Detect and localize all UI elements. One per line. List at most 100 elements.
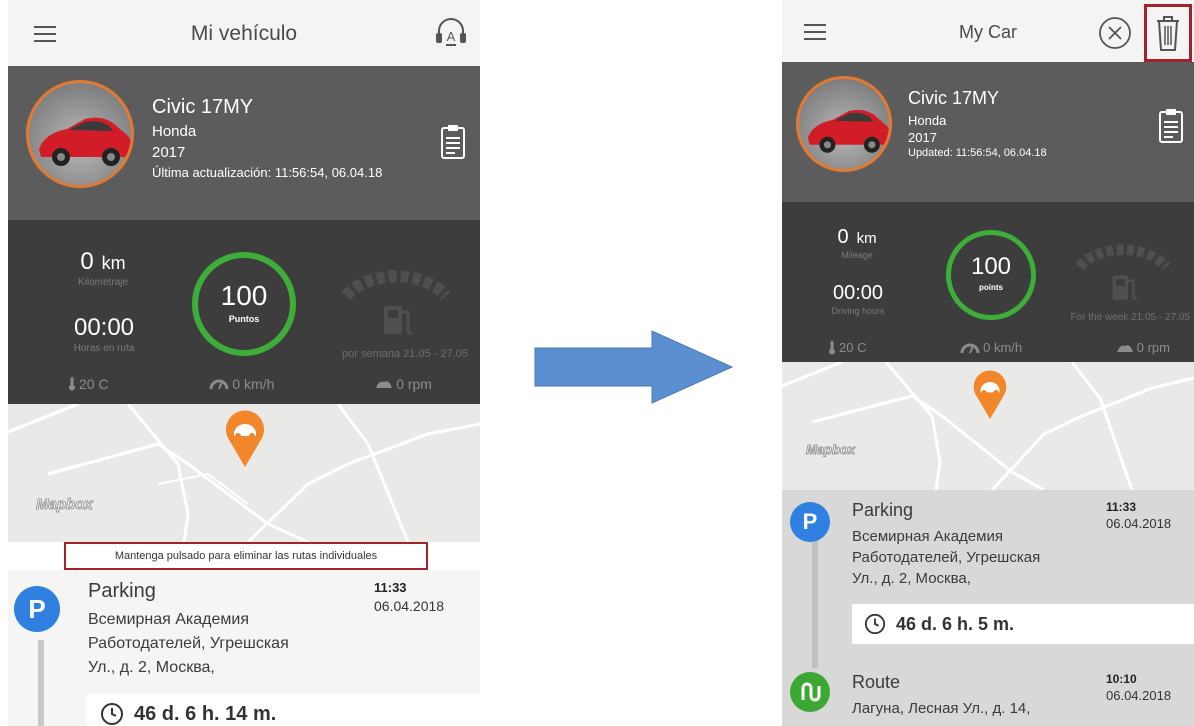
rpm-value: 0 rpm [396,376,432,392]
transition-arrow [534,330,734,404]
route-icon [790,672,830,712]
car-photo [807,109,889,153]
temperature-value: 20 C [79,376,109,392]
points-value: 100 [970,253,1012,280]
points-ring: 100 points [946,230,1036,320]
temperature-metric: 20 C [828,340,866,355]
points-ring: 100 Puntos [192,252,296,356]
timeline-line [38,640,44,726]
car-avatar [26,80,134,188]
clipboard-icon[interactable] [1158,108,1184,144]
speed-metric: 0 km/h [209,376,274,392]
headset-icon[interactable]: A [432,14,470,52]
fuel-gauge-icon [1075,244,1171,300]
duration-card: 46 d. 6 h. 5 m. [852,604,1194,644]
thermometer-icon [69,377,75,391]
duration-card: 46 d. 6 h. 14 m. [86,694,480,726]
entry-address: Всемирная Академия Работодателей, Угрешс… [88,611,289,676]
hours-value: 00:00 [832,282,884,304]
engine-icon [1116,344,1133,352]
last-updated: Última actualización: 11:56:54, 06.04.18 [152,165,383,180]
entry-title: Parking [852,500,914,520]
fuel-gauge-icon [341,270,451,335]
page-title: Mi vehículo [190,22,298,45]
car-pin-icon[interactable] [224,410,266,468]
duration-value: 46 d. 6 h. 5 m. [896,613,1015,634]
mapbox-logo: Mapbox [805,442,856,458]
car-pin-icon[interactable] [972,370,1008,420]
entry-time: 11:33 [1106,500,1137,514]
mileage-value: 0 [80,248,94,275]
speed-metric: 0 km/h [960,340,1022,355]
speedometer-icon [960,343,980,353]
car-year: 2017 [152,144,186,161]
hours-label: Driving hours [831,306,885,316]
close-circle-icon[interactable] [1098,16,1132,50]
route-list[interactable]: P Parking Всемирная Академия Работодател… [8,570,480,726]
rpm-metric: 0 rpm [375,376,432,392]
clipboard-icon[interactable] [440,124,466,160]
page-title: My Car [959,22,1017,42]
timeline-line [812,540,818,668]
hint-area: Mantenga pulsado para eliminar las rutas… [8,542,480,570]
clock-icon [101,703,123,725]
entry-title: Route [852,672,901,692]
route-glyph [801,682,821,702]
mileage-stat: 0 km Mileage [812,226,902,260]
hours-label: Horas en ruta [73,343,135,354]
mileage-unit: km [101,253,126,273]
hours-value: 00:00 [73,314,135,341]
stats-panel: 0 km Kilometraje 00:00 Horas en ruta 100 … [8,220,480,404]
points-value: 100 [220,280,268,311]
thermometer-icon [829,340,835,354]
mileage-label: Mileage [841,250,873,260]
temperature-metric: 20 C [68,376,109,392]
map-view[interactable]: Mapbox [782,362,1194,490]
speed-value: 0 km/h [983,340,1023,355]
entry-date: 06.04.2018 [1106,516,1172,531]
hours-stat: 00:00 Horas en ruta [44,314,164,354]
car-model: Civic 17MY [908,88,1000,108]
metrics-row: 20 C 0 km/h 0 rpm [8,376,480,392]
engine-icon [376,381,393,388]
week-range: por semana 21.05 - 27.05 [342,348,468,360]
stats-panel: 0 km Mileage 00:00 Driving hours 100 poin… [782,202,1194,362]
car-year: 2017 [908,130,937,145]
svg-text:A: A [447,29,456,44]
entry-date: 06.04.2018 [374,598,445,614]
car-avatar [796,76,892,172]
car-header: Civic 17MY Honda 2017 Última actualizaci… [8,66,480,220]
entry-address: Всемирная Академия Работодателей, Угрешс… [852,528,1041,587]
duration-value: 46 d. 6 h. 14 m. [134,702,277,725]
parking-icon: P [790,502,830,542]
route-list[interactable]: P Parking Всемирная Академия Работодател… [782,490,1194,726]
trash-icon[interactable] [1154,13,1182,53]
last-updated: Updated: 11:56:54, 06.04.18 [908,147,1047,159]
mileage-label: Kilometraje [77,277,129,288]
hint-text: Mantenga pulsado para eliminar las rutas… [64,542,428,570]
speedometer-icon [209,379,229,390]
entry-title: Parking [88,580,156,602]
map-view[interactable]: Mapbox [8,404,480,542]
rpm-value: 0 rpm [1136,340,1170,355]
speed-value: 0 km/h [232,376,275,392]
top-bar: My Car [782,0,1194,62]
clock-icon [864,613,886,635]
rpm-metric: 0 rpm [1116,340,1170,355]
temperature-value: 20 C [839,340,867,355]
car-model: Civic 17MY [152,96,254,118]
mileage-stat: 0 km Kilometraje [48,248,158,288]
mileage-unit: km [856,230,877,247]
mapbox-logo: Mapbox [36,496,94,514]
entry-time: 10:10 [1106,672,1137,686]
car-brand: Honda [908,113,947,128]
entry-address: Лагуна, Лесная Ул., д. 14, [852,700,1031,717]
delete-highlight[interactable] [1144,4,1192,62]
car-photo [39,117,131,166]
points-label: Puntos [228,314,260,324]
week-range: For the week 21.05 - 27.05 [1070,312,1190,323]
right-screen: My Car Civic 17MY Honda 2017 Updated: 11… [782,0,1194,726]
entry-time: 11:33 [374,580,407,595]
hours-stat: 00:00 Driving hours [808,282,908,316]
left-screen: Mi vehículo A Civic 17MY Honda 2017 Últi… [8,0,480,726]
